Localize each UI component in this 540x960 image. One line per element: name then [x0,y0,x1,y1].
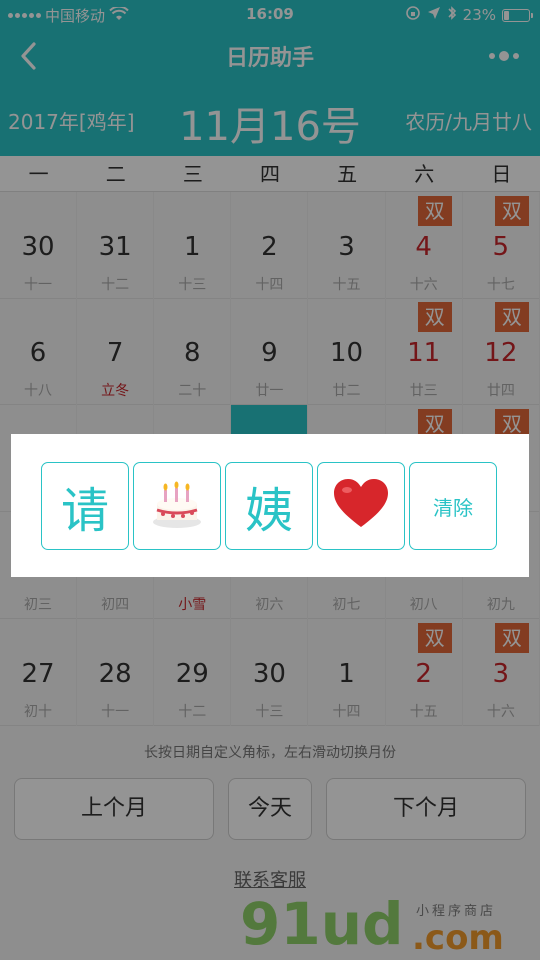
clear-badge-button[interactable]: 清除 [409,462,497,550]
heart-icon [332,477,390,535]
badge-option-yi[interactable]: 姨 [225,462,313,550]
badge-option-qing[interactable]: 请 [41,462,129,550]
badge-option-birthday[interactable] [133,462,221,550]
badge-option-heart[interactable] [317,462,405,550]
option-label: 姨 [244,483,293,539]
option-label: 请 [60,483,109,539]
badge-picker-modal: 请 姨 清除 [11,434,529,577]
birthday-cake-icon [149,476,205,536]
clear-label: 清除 [433,495,473,520]
